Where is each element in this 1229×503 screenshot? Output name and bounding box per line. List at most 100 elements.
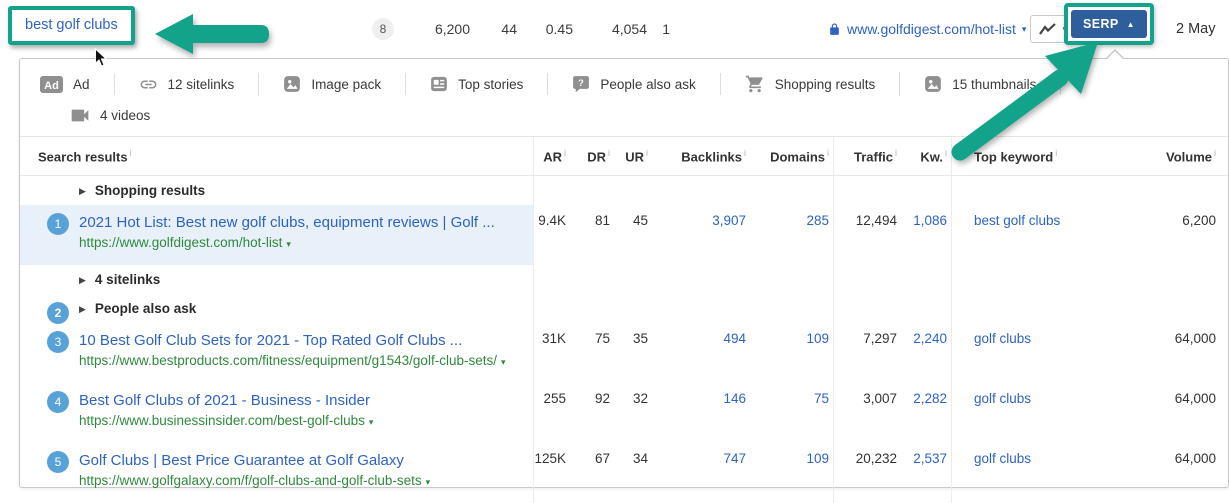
people-also-ask-icon: ?	[572, 75, 590, 93]
group-label: People also ask	[94, 301, 197, 317]
kw-link[interactable]: 2,282	[913, 391, 947, 406]
image-pack-icon	[283, 75, 301, 93]
dr-value: 75	[594, 331, 610, 347]
empty-cell	[1102, 176, 1228, 205]
ar-value: 9.4K	[538, 213, 566, 229]
info-icon: i	[1214, 148, 1216, 158]
feature-label: Shopping results	[774, 76, 876, 92]
domains-link[interactable]: 109	[806, 451, 829, 466]
kw-link[interactable]: 1,086	[913, 213, 947, 228]
info-icon: i	[564, 148, 566, 158]
top-keyword-cell: best golf clubs	[952, 205, 1102, 265]
top-keyword-cell: golf clubs	[952, 383, 1102, 443]
dr-value: 67	[594, 451, 610, 467]
group-toggle-4-sitelinks[interactable]: ▶ 4 sitelinks	[20, 265, 534, 295]
column-header-search-results: Search results i	[20, 137, 534, 176]
popover-caret	[1106, 49, 1124, 59]
shopping-cart-icon	[745, 74, 765, 94]
result-url-link[interactable]: https://www.bestproducts.com/fitness/equ…	[79, 353, 497, 368]
position-rank-badge: 3	[47, 331, 69, 354]
top-keyword-link[interactable]: best golf clubs	[974, 213, 1060, 228]
info-icon: i	[129, 148, 132, 158]
group-toggle-shopping-results[interactable]: ▶ Shopping results	[20, 176, 534, 206]
kw-link[interactable]: 2,537	[913, 451, 947, 466]
keyword-link[interactable]: best golf clubs	[25, 17, 118, 33]
serp-feature-image-pack: Image pack	[259, 73, 407, 95]
serp-feature-15-thumbnails: 15 thumbnails	[900, 73, 1062, 95]
dr-value: 92	[594, 391, 610, 407]
videos-icon	[70, 108, 90, 123]
result-title-link[interactable]: Golf Clubs | Best Price Guarantee at Gol…	[79, 451, 511, 470]
domains-link[interactable]: 285	[806, 213, 829, 228]
column-header-dr: DR i	[570, 137, 614, 175]
serp-features-row1: Ad Ad 12 sitelinks Image pack Top stories? Pe…	[38, 72, 1228, 96]
column-header-volume: Volume i	[1102, 137, 1228, 175]
url-dropdown-caret[interactable]: ▾	[501, 357, 506, 367]
result-row: 5 Golf Clubs | Best Price Guarantee at Go…	[20, 443, 1228, 503]
serp-features: Ad Ad 12 sitelinks Image pack Top stories? Pe…	[20, 59, 1228, 137]
feature-label: 15 thumbnails	[952, 76, 1037, 92]
lock-icon	[828, 23, 841, 36]
serp-feature-12-sitelinks: 12 sitelinks	[115, 72, 260, 96]
url-dropdown-caret[interactable]: ▾	[369, 417, 374, 427]
serp-date: 2 May	[1176, 21, 1216, 37]
url-dropdown-caret[interactable]: ▾	[286, 239, 291, 249]
backlinks-value: 747	[652, 443, 750, 503]
svg-text:Ad: Ad	[44, 79, 59, 91]
result-url-link[interactable]: https://www.golfgalaxy.com/f/golf-clubs-…	[79, 473, 422, 488]
info-icon: i	[608, 148, 610, 158]
expand-caret-icon: ▶	[79, 304, 86, 315]
expand-caret-icon: ▶	[79, 186, 86, 197]
column-header-label: Search results	[38, 149, 128, 165]
info-icon: i	[895, 148, 897, 158]
url-dropdown-caret[interactable]: ▾	[426, 477, 431, 487]
result-url-link[interactable]: https://www.golfdigest.com/hot-list	[79, 235, 282, 250]
target-url-link[interactable]: www.golfdigest.com/hot-list	[847, 21, 1016, 37]
volume-value: 64,000	[1174, 331, 1216, 347]
top-keyword-link[interactable]: golf clubs	[974, 331, 1031, 346]
domains-value: 285	[750, 205, 834, 266]
url-dropdown-caret[interactable]: ▾	[1022, 24, 1027, 35]
column-header-label: Traffic	[853, 149, 893, 165]
feature-label: Top stories	[458, 76, 524, 92]
column-header-label: Kw.	[920, 149, 943, 165]
empty-cell	[1102, 265, 1228, 294]
traffic-value: 3,007	[863, 391, 897, 407]
result-url: https://www.bestproducts.com/fitness/equ…	[79, 352, 511, 371]
metric-rr: 1	[662, 21, 670, 37]
result-title-link[interactable]: 10 Best Golf Club Sets for 2021 - Top Ra…	[79, 331, 511, 350]
empty-cell	[614, 294, 652, 323]
group-toggle-people-also-ask[interactable]: 2 ▶ People also ask	[20, 294, 534, 325]
empty-cell	[570, 294, 614, 323]
domains-link[interactable]: 109	[806, 331, 829, 346]
result-url-link[interactable]: https://www.businessinsider.com/best-gol…	[79, 413, 365, 428]
backlinks-link[interactable]: 747	[723, 451, 746, 466]
column-header-label: Top keyword	[974, 149, 1054, 165]
empty-cell	[570, 176, 614, 205]
result-title-link[interactable]: Best Golf Clubs of 2021 - Business - Ins…	[79, 391, 511, 410]
position-badge: 8	[372, 18, 394, 40]
ur-value: 45	[632, 213, 648, 229]
result-title-link[interactable]: 2021 Hot List: Best new golf clubs, equi…	[79, 213, 511, 232]
search-result-cell: 1 2021 Hot List: Best new golf clubs, equ…	[20, 205, 534, 266]
ad-icon: Ad	[40, 75, 63, 93]
empty-cell	[834, 176, 901, 205]
empty-cell	[952, 176, 1102, 205]
info-icon: i	[646, 148, 648, 158]
backlinks-link[interactable]: 146	[723, 391, 746, 406]
dr-value: 81	[594, 213, 610, 229]
domains-link[interactable]: 75	[814, 391, 829, 406]
top-keyword-link[interactable]: golf clubs	[974, 451, 1031, 466]
kw-link[interactable]: 2,240	[913, 331, 947, 346]
backlinks-link[interactable]: 3,907	[712, 213, 746, 228]
top-keyword-link[interactable]: golf clubs	[974, 391, 1031, 406]
result-row: 3 10 Best Golf Club Sets for 2021 - Top R…	[20, 323, 1228, 384]
group-row-people-also-ask: 2 ▶ People also ask	[20, 294, 1228, 325]
backlinks-link[interactable]: 494	[723, 331, 746, 346]
serp-button[interactable]: SERP ▲	[1071, 10, 1147, 38]
feature-label: Ad	[73, 76, 90, 92]
metric-clicks: 4,054	[611, 21, 647, 37]
serp-caret-icon: ▲	[1126, 19, 1135, 29]
traffic-value: 7,297	[863, 331, 897, 347]
column-header-domains: Domains i	[750, 137, 834, 176]
